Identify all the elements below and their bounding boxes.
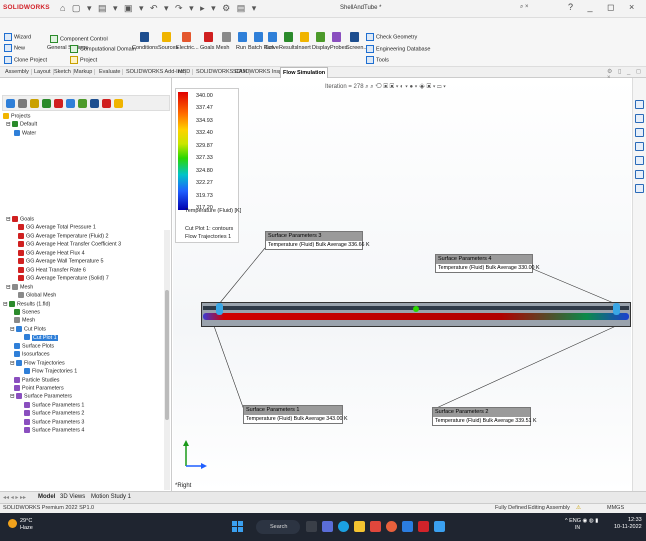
region-indicator: IN [575,525,580,531]
callout-title: Surface Parameters 1 [244,406,342,415]
tab-nav-arrows[interactable]: ◂◂ ◂ ▸ ▸▸ [3,494,26,501]
callout-value: Temperature (Fluid) Bulk Average 336.66 … [268,242,370,248]
weather-widget[interactable]: 29°C Haze [20,518,33,532]
orientation-triad [183,440,207,469]
solidworks-taskbar-icon[interactable] [418,521,429,532]
task-pane [632,78,646,491]
firefox-icon[interactable] [386,521,397,532]
bottom-tabs-bar: ◂◂ ◂ ▸ ▸▸ Model 3D Views Motion Study 1 [0,491,646,503]
task-view-icon[interactable] [306,521,317,532]
taskbar-clock[interactable]: 12:33 10-11-2022 [614,517,642,531]
edge-icon[interactable] [338,521,349,532]
surface-parameters-3-callout[interactable]: Surface Parameters 3 Temperature (Fluid)… [265,231,370,250]
taskbar-search[interactable]: Search [256,520,300,534]
start-icon[interactable] [232,521,244,533]
appearances-icon[interactable] [635,156,644,165]
forum-icon[interactable] [635,184,644,193]
callout-value: Temperature (Fluid) Bulk Average 339.51 … [435,418,537,424]
file-explorer-taskbar-icon[interactable] [354,521,365,532]
units-selector[interactable]: MMGS [607,505,624,511]
widgets-icon[interactable] [322,521,333,532]
custom-properties-icon[interactable] [635,170,644,179]
tab-model[interactable]: Model [38,494,55,500]
inlet-nozzle-left[interactable] [216,303,223,315]
store-icon[interactable] [402,521,413,532]
weather-icon[interactable] [8,519,17,528]
system-tray[interactable]: ^ ENG ◉ ◍ ▮ [565,518,598,524]
view-orientation-label: *Right [175,483,192,489]
tab-motion-study[interactable]: Motion Study 1 [91,494,131,500]
callout-title: Surface Parameters 4 [436,255,532,264]
status-defined: Fully Defined [495,505,528,511]
outlet-nozzle-right[interactable] [613,303,620,315]
file-explorer-icon[interactable] [635,128,644,137]
app-icon[interactable] [434,521,445,532]
surface-parameters-2-callout[interactable]: Surface Parameters 2 Temperature (Fluid)… [432,407,537,426]
surface-parameters-1-callout[interactable]: Surface Parameters 1 Temperature (Fluid)… [243,405,348,424]
tab-3d-views[interactable]: 3D Views [60,494,85,500]
resources-icon[interactable] [635,100,644,109]
probe-marker [413,306,419,312]
status-bar: SOLIDWORKS Premium 2022 SP1.0 Fully Defi… [0,503,646,513]
callout-value: Temperature (Fluid) Bulk Average 343.00 … [246,416,348,422]
product-version: SOLIDWORKS Premium 2022 SP1.0 [3,505,95,511]
view-palette-icon[interactable] [635,142,644,151]
callout-title: Surface Parameters 3 [266,232,362,241]
surface-parameters-4-callout[interactable]: Surface Parameters 4 Temperature (Fluid)… [435,254,540,273]
callout-value: Temperature (Fluid) Bulk Average 330.00 … [438,265,540,271]
office-icon[interactable] [370,521,381,532]
design-library-icon[interactable] [635,114,644,123]
callout-title: Surface Parameters 2 [433,408,530,417]
callout-leader-lines [213,247,617,411]
rebuild-icon[interactable]: ⚠ [576,505,581,511]
cut-plot-contour [203,313,629,320]
status-editing: Editing Assembly [528,505,570,511]
